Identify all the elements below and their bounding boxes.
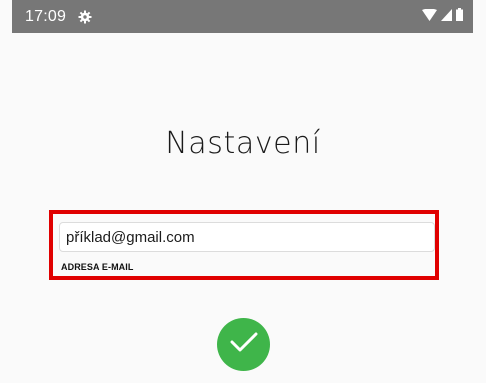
status-time: 17:09 (25, 7, 67, 25)
email-field[interactable] (59, 222, 435, 252)
page-title: Nastavení (165, 126, 321, 161)
confirm-button[interactable] (217, 318, 270, 371)
settings-gear-icon (78, 10, 92, 24)
email-field-highlight: ADRESA E-MAIL (49, 210, 439, 280)
status-indicators (422, 7, 463, 26)
status-bar: 17:09 (12, 0, 473, 33)
email-field-label: ADRESA E-MAIL (61, 262, 134, 272)
wifi-icon (422, 8, 437, 26)
cellular-signal-icon (441, 8, 452, 26)
battery-icon (456, 7, 463, 26)
checkmark-icon (229, 330, 259, 359)
